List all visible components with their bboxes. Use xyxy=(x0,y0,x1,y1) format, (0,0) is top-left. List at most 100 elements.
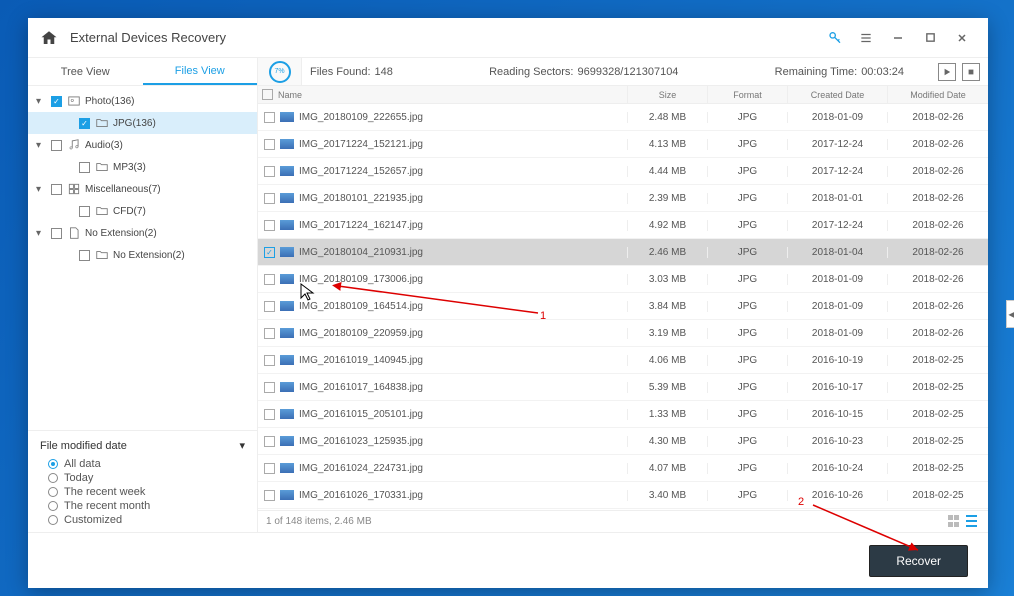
row-checkbox[interactable] xyxy=(264,112,275,123)
row-checkbox[interactable] xyxy=(264,301,275,312)
row-checkbox[interactable] xyxy=(264,409,275,420)
table-row[interactable]: IMG_20171224_152657.jpg4.44 MBJPG2017-12… xyxy=(258,158,988,185)
table-row[interactable]: IMG_20161024_224731.jpg4.07 MBJPG2016-10… xyxy=(258,455,988,482)
tree-node-mp3[interactable]: MP3(3) xyxy=(28,156,257,178)
caret-icon[interactable]: ▾ xyxy=(36,184,46,195)
grid-view-button[interactable] xyxy=(948,515,962,529)
table-body[interactable]: IMG_20180109_222655.jpg2.48 MBJPG2018-01… xyxy=(258,104,988,510)
file-created: 2018-01-09 xyxy=(788,328,888,339)
row-checkbox[interactable] xyxy=(264,328,275,339)
col-format[interactable]: Format xyxy=(708,86,788,103)
table-row[interactable]: IMG_20180109_164514.jpg3.84 MBJPG2018-01… xyxy=(258,293,988,320)
row-checkbox[interactable] xyxy=(264,355,275,366)
table-row[interactable]: IMG_20180109_173006.jpg3.03 MBJPG2018-01… xyxy=(258,266,988,293)
side-collapse-button[interactable]: ◀ xyxy=(1006,300,1014,328)
checkbox[interactable] xyxy=(51,228,62,239)
key-icon[interactable] xyxy=(820,24,848,52)
file-filters: File modified date▾ All data Today The r… xyxy=(28,430,257,532)
checkbox[interactable] xyxy=(51,140,62,151)
filter-today[interactable]: Today xyxy=(48,472,245,484)
file-modified: 2018-02-26 xyxy=(888,274,988,285)
file-name: IMG_20161015_205101.jpg xyxy=(299,409,423,420)
checkbox[interactable] xyxy=(51,96,62,107)
checkbox[interactable] xyxy=(51,184,62,195)
photo-icon xyxy=(67,94,81,108)
row-checkbox[interactable] xyxy=(264,193,275,204)
col-created[interactable]: Created Date xyxy=(788,86,888,103)
tree-node-noext2[interactable]: No Extension(2) xyxy=(28,244,257,266)
table-row[interactable]: IMG_20161026_170331.jpg3.40 MBJPG2016-10… xyxy=(258,482,988,509)
row-checkbox[interactable] xyxy=(264,220,275,231)
table-row[interactable]: IMG_20180101_221935.jpg2.39 MBJPG2018-01… xyxy=(258,185,988,212)
table-row[interactable]: IMG_20180109_222655.jpg2.48 MBJPG2018-01… xyxy=(258,104,988,131)
file-size: 4.44 MB xyxy=(628,166,708,177)
table-row[interactable]: IMG_20180104_210931.jpg2.46 MBJPG2018-01… xyxy=(258,239,988,266)
recover-button[interactable]: Recover xyxy=(869,545,968,577)
row-checkbox[interactable] xyxy=(264,166,275,177)
file-created: 2016-10-24 xyxy=(788,463,888,474)
file-size: 4.30 MB xyxy=(628,436,708,447)
tree-node-photo[interactable]: ▾Photo(136) xyxy=(28,90,257,112)
table-row[interactable]: IMG_20161015_205101.jpg1.33 MBJPG2016-10… xyxy=(258,401,988,428)
file-name: IMG_20171224_152121.jpg xyxy=(299,139,423,150)
select-all-checkbox[interactable] xyxy=(262,89,273,100)
row-checkbox[interactable] xyxy=(264,139,275,150)
minimize-button[interactable] xyxy=(884,24,912,52)
file-format: JPG xyxy=(708,193,788,204)
file-icon xyxy=(67,226,81,240)
tree-label: MP3(3) xyxy=(113,162,146,173)
list-view-button[interactable] xyxy=(966,515,980,529)
checkbox[interactable] xyxy=(79,250,90,261)
row-checkbox[interactable] xyxy=(264,436,275,447)
file-modified: 2018-02-26 xyxy=(888,112,988,123)
filter-title: File modified date xyxy=(40,440,127,452)
checkbox[interactable] xyxy=(79,118,90,129)
tree-node-jpg[interactable]: JPG(136) xyxy=(28,112,257,134)
table-row[interactable]: IMG_20161017_164838.jpg5.39 MBJPG2016-10… xyxy=(258,374,988,401)
col-size[interactable]: Size xyxy=(628,86,708,103)
file-name: IMG_20171224_162147.jpg xyxy=(299,220,423,231)
row-checkbox[interactable] xyxy=(264,463,275,474)
home-icon[interactable] xyxy=(40,29,58,47)
row-checkbox[interactable] xyxy=(264,247,275,258)
table-row[interactable]: IMG_20171224_162147.jpg4.92 MBJPG2017-12… xyxy=(258,212,988,239)
row-checkbox[interactable] xyxy=(264,274,275,285)
status-bar: 1 of 148 items, 2.46 MB xyxy=(258,510,988,532)
maximize-button[interactable] xyxy=(916,24,944,52)
tree-node-noext[interactable]: ▾No Extension(2) xyxy=(28,222,257,244)
view-tabs: Tree View Files View xyxy=(28,58,258,85)
filter-custom[interactable]: Customized xyxy=(48,514,245,526)
caret-icon[interactable]: ▾ xyxy=(36,228,46,239)
tree-node-cfd[interactable]: CFD(7) xyxy=(28,200,257,222)
table-row[interactable]: IMG_20180109_220959.jpg3.19 MBJPG2018-01… xyxy=(258,320,988,347)
file-size: 2.48 MB xyxy=(628,112,708,123)
tree-node-misc[interactable]: ▾Miscellaneous(7) xyxy=(28,178,257,200)
scan-progress: 7% xyxy=(258,58,302,85)
filter-all[interactable]: All data xyxy=(48,458,245,470)
file-format: JPG xyxy=(708,274,788,285)
checkbox[interactable] xyxy=(79,206,90,217)
file-modified: 2018-02-26 xyxy=(888,220,988,231)
menu-icon[interactable] xyxy=(852,24,880,52)
file-format: JPG xyxy=(708,463,788,474)
folder-icon xyxy=(95,204,109,218)
col-modified[interactable]: Modified Date xyxy=(888,86,988,103)
checkbox[interactable] xyxy=(79,162,90,173)
table-row[interactable]: IMG_20161019_140945.jpg4.06 MBJPG2016-10… xyxy=(258,347,988,374)
tab-files-view[interactable]: Files View xyxy=(143,58,258,85)
row-checkbox[interactable] xyxy=(264,382,275,393)
table-row[interactable]: IMG_20171224_152121.jpg4.13 MBJPG2017-12… xyxy=(258,131,988,158)
stop-button[interactable] xyxy=(962,63,980,81)
filter-month[interactable]: The recent month xyxy=(48,500,245,512)
filter-header[interactable]: File modified date▾ xyxy=(40,439,245,452)
tree-node-audio[interactable]: ▾Audio(3) xyxy=(28,134,257,156)
table-row[interactable]: IMG_20161023_125935.jpg4.30 MBJPG2016-10… xyxy=(258,428,988,455)
tab-tree-view[interactable]: Tree View xyxy=(28,58,143,85)
play-button[interactable] xyxy=(938,63,956,81)
filter-week[interactable]: The recent week xyxy=(48,486,245,498)
caret-icon[interactable]: ▾ xyxy=(36,140,46,151)
col-name[interactable]: Name xyxy=(278,90,302,100)
close-button[interactable] xyxy=(948,24,976,52)
caret-icon[interactable]: ▾ xyxy=(36,96,46,107)
row-checkbox[interactable] xyxy=(264,490,275,501)
